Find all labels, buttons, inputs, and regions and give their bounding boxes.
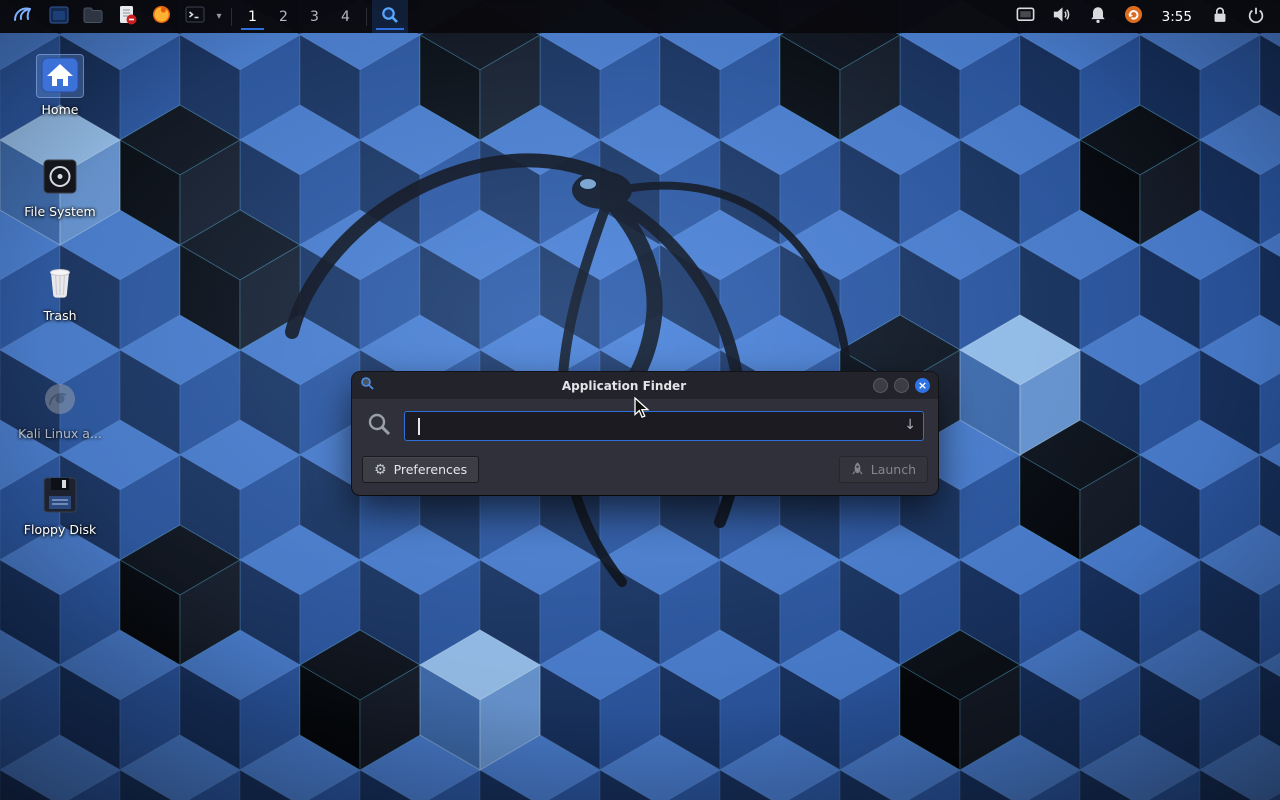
preferences-label: Preferences [394, 462, 468, 477]
folder-launcher[interactable] [76, 0, 110, 33]
floppy-disk-icon [36, 474, 84, 518]
clock[interactable]: 3:55 [1152, 0, 1202, 33]
minimize-button[interactable] [873, 378, 888, 393]
text-editor-launcher[interactable] [110, 0, 144, 33]
folder-icon [82, 4, 104, 30]
panel-separator [366, 8, 367, 26]
home-icon [36, 54, 84, 98]
volume-icon [1051, 4, 1072, 29]
search-input[interactable] [417, 418, 897, 435]
desktop-icon-label: File System [24, 205, 96, 219]
kali-logo-icon [11, 3, 35, 31]
power-icon [1246, 5, 1266, 29]
display-tray-button[interactable] [1008, 0, 1044, 33]
power-button[interactable] [1238, 0, 1274, 33]
workspace-button-1[interactable]: 1 [237, 0, 268, 33]
trash-icon [36, 260, 84, 304]
preferences-button[interactable]: ⚙ Preferences [362, 456, 479, 483]
notifications-tray-button[interactable] [1080, 0, 1116, 33]
system-tray: 3:55 [1008, 0, 1274, 33]
close-icon: × [918, 380, 927, 391]
desktop-icon-label: Floppy Disk [24, 523, 96, 537]
workspace-button-2[interactable]: 2 [268, 0, 299, 33]
search-icon-large [366, 411, 392, 441]
workspace-button-4[interactable]: 4 [330, 0, 361, 33]
update-icon [1124, 5, 1143, 28]
mouse-cursor [634, 397, 654, 423]
updates-tray-button[interactable] [1116, 0, 1152, 33]
desktop-icon-label: Home [42, 103, 79, 117]
terminal-icon [184, 4, 206, 30]
terminal-dropdown-caret[interactable]: ▾ [212, 0, 226, 33]
firefox-launcher[interactable] [144, 0, 178, 33]
maximize-button[interactable] [894, 378, 909, 393]
window-search-icon [360, 376, 375, 395]
document-icon [116, 4, 138, 30]
volume-tray-button[interactable] [1044, 0, 1080, 33]
desktop-icon-label: Kali Linux a... [18, 427, 102, 441]
desktop-icon-trash[interactable]: Trash [14, 260, 106, 323]
lock-icon [1210, 5, 1230, 29]
footer-buttons: ⚙ Preferences Launch [352, 451, 938, 495]
application-finder-launcher[interactable] [372, 0, 408, 33]
search-input-wrap: ↓ [404, 411, 924, 441]
chevron-down-icon: ▾ [216, 11, 221, 22]
file-manager-icon [48, 4, 70, 30]
gear-icon: ⚙ [374, 463, 387, 477]
desktop-icon-home[interactable]: Home [14, 54, 106, 117]
kali-cd-icon [36, 378, 84, 422]
rocket-icon [851, 462, 864, 478]
titlebar[interactable]: Application Finder × [352, 372, 938, 399]
desktop-icon-kali-linux[interactable]: Kali Linux a... [14, 378, 106, 441]
history-arrow-icon[interactable]: ↓ [904, 417, 916, 433]
lock-screen-button[interactable] [1202, 0, 1238, 33]
desktop-icon-floppy-disk[interactable]: Floppy Disk [14, 474, 106, 537]
search-icon [380, 5, 400, 29]
launch-button[interactable]: Launch [839, 456, 928, 483]
panel-separator [231, 8, 232, 26]
display-icon [1015, 4, 1036, 29]
firefox-icon [151, 4, 172, 29]
file-manager-launcher[interactable] [42, 0, 76, 33]
top-panel: ▾ 1 2 3 4 [0, 0, 1280, 33]
close-button[interactable]: × [915, 378, 930, 393]
launch-label: Launch [871, 462, 916, 477]
applications-menu-button[interactable] [4, 0, 42, 33]
bell-icon [1088, 5, 1108, 29]
desktop-icon-file-system[interactable]: File System [14, 156, 106, 219]
workspace-button-3[interactable]: 3 [299, 0, 330, 33]
application-finder-window: Application Finder × ↓ ⚙ Preferences [352, 372, 938, 495]
file-system-icon [36, 156, 84, 200]
desktop-icon-label: Trash [43, 309, 76, 323]
terminal-launcher[interactable] [178, 0, 212, 33]
text-caret [418, 418, 420, 435]
window-title: Application Finder [381, 379, 867, 393]
